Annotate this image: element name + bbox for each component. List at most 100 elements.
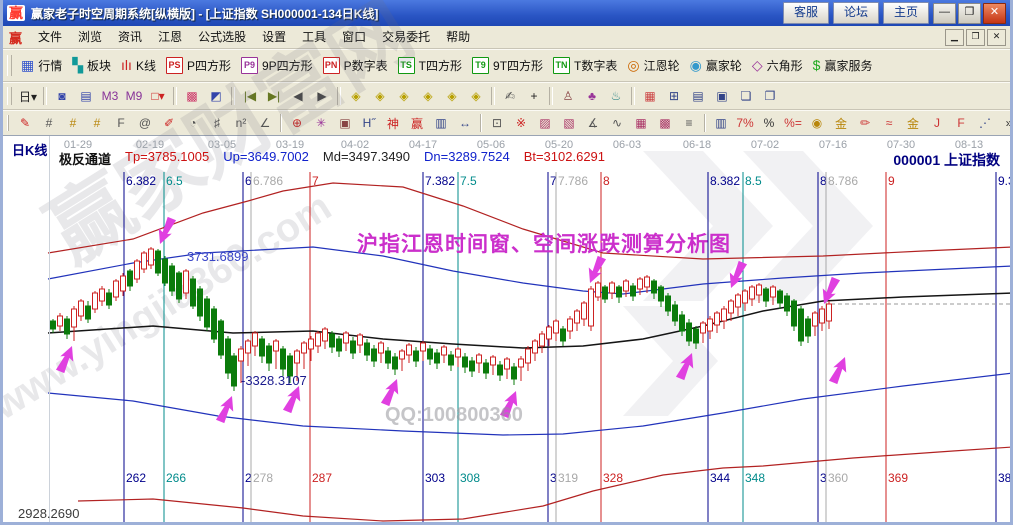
ying-icon[interactable]: 赢 bbox=[405, 112, 429, 134]
gold-circle-icon[interactable]: ◉ bbox=[805, 112, 829, 134]
sectors-button[interactable]: ▚ 板块 bbox=[67, 55, 116, 76]
person-icon[interactable]: ♙ bbox=[556, 85, 580, 107]
9t-square-button[interactable]: T9 9T四方形 bbox=[467, 55, 548, 76]
chart3-icon[interactable]: M3 bbox=[98, 85, 122, 107]
candlestick-chart-canvas[interactable]: 01-29 02-19 03-05 03-19 04-02 04-17 05-06 05-20… bbox=[3, 136, 1010, 525]
gift-icon[interactable]: ▩ bbox=[180, 85, 204, 107]
spiral-icon[interactable]: @ bbox=[133, 112, 157, 134]
festival-icon[interactable]: ♣ bbox=[580, 85, 604, 107]
9p-square-button[interactable]: P9 9P四方形 bbox=[236, 55, 318, 76]
more-chevron[interactable]: » bbox=[997, 112, 1010, 134]
grid2-icon[interactable]: ▦ bbox=[629, 112, 653, 134]
basket-icon[interactable]: ♨ bbox=[604, 85, 628, 107]
gold-grid-icon[interactable]: # bbox=[61, 112, 85, 134]
menu-item-文件[interactable]: 文件 bbox=[30, 28, 70, 46]
first-bar-button[interactable]: |◀ bbox=[238, 85, 262, 107]
clock-icon[interactable]: ◔ bbox=[181, 112, 205, 134]
shade-icon[interactable]: ▨ bbox=[533, 112, 557, 134]
grid3-icon[interactable]: ▩ bbox=[653, 112, 677, 134]
calculator-icon[interactable]: ⊞ bbox=[662, 85, 686, 107]
menu-item-工具[interactable]: 工具 bbox=[294, 28, 334, 46]
slope-icon[interactable]: ⋰ bbox=[973, 112, 997, 134]
minimize-button[interactable]: — bbox=[933, 2, 956, 24]
menu-item-帮助[interactable]: 帮助 bbox=[438, 28, 478, 46]
column-icon[interactable]: ▥ bbox=[709, 112, 733, 134]
mdi-restore-button[interactable]: ❐ bbox=[966, 28, 985, 46]
f-line-icon[interactable]: F bbox=[949, 112, 973, 134]
prev-bar-button[interactable]: ◀ bbox=[286, 85, 310, 107]
nav-diamond-up[interactable]: ◈ bbox=[392, 85, 416, 107]
wave-icon[interactable]: ∿ bbox=[605, 112, 629, 134]
maximize-button[interactable]: ❐ bbox=[958, 2, 981, 24]
nav-diamond-all[interactable]: ◈ bbox=[464, 85, 488, 107]
close-button[interactable]: ✕ bbox=[983, 2, 1006, 24]
gold2-icon[interactable]: 金 bbox=[901, 112, 925, 134]
kline-button[interactable]: ılı K线 bbox=[116, 55, 161, 76]
print-icon[interactable]: ❐ bbox=[758, 85, 782, 107]
t-square-button[interactable]: TS T四方形 bbox=[393, 55, 467, 76]
menu-item-江恩[interactable]: 江恩 bbox=[150, 28, 190, 46]
width-icon[interactable]: ↔ bbox=[453, 112, 477, 134]
j-line-icon[interactable]: J bbox=[925, 112, 949, 134]
winner-service-button[interactable]: $ 赢家服务 bbox=[808, 55, 878, 76]
menu-item-公式选股[interactable]: 公式选股 bbox=[190, 28, 254, 46]
save-icon[interactable]: ▣ bbox=[710, 85, 734, 107]
hand-icon[interactable]: ✍ bbox=[498, 85, 522, 107]
nav-diamond-right[interactable]: ◈ bbox=[368, 85, 392, 107]
flag-brush-icon[interactable]: ✐ bbox=[157, 112, 181, 134]
brush-icon[interactable]: ✎ bbox=[13, 112, 37, 134]
shade2-icon[interactable]: ▧ bbox=[557, 112, 581, 134]
candle-dropdown[interactable]: □▾ bbox=[146, 85, 170, 107]
menu-item-设置[interactable]: 设置 bbox=[254, 28, 294, 46]
wave2-icon[interactable]: ≈ bbox=[877, 112, 901, 134]
notebook-icon[interactable]: ▤ bbox=[686, 85, 710, 107]
h-marks-icon[interactable]: Η˝ bbox=[357, 112, 381, 134]
percent-line-icon[interactable]: %= bbox=[781, 112, 805, 134]
mdi-minimize-button[interactable]: ▁ bbox=[945, 28, 964, 46]
nav-diamond-expand[interactable]: ◈ bbox=[416, 85, 440, 107]
menu-item-交易委托[interactable]: 交易委托 bbox=[374, 28, 438, 46]
grid-icon[interactable]: # bbox=[37, 112, 61, 134]
hexagon-button[interactable]: ◇ 六角形 bbox=[747, 55, 808, 76]
flag-chart-icon[interactable]: ◩ bbox=[204, 85, 228, 107]
quotes-button[interactable]: ▦ 行情 bbox=[16, 55, 67, 76]
map-icon[interactable]: ◙ bbox=[50, 85, 74, 107]
nav-diamond-left[interactable]: ◈ bbox=[344, 85, 368, 107]
star-target-icon[interactable]: ✳ bbox=[309, 112, 333, 134]
winner-wheel-button[interactable]: ◉ 赢家轮 bbox=[685, 55, 747, 76]
n2-icon[interactable]: n² bbox=[229, 112, 253, 134]
ruler-icon[interactable]: ▥ bbox=[429, 112, 453, 134]
menu-item-窗口[interactable]: 窗口 bbox=[334, 28, 374, 46]
forum-button[interactable]: 论坛 bbox=[832, 2, 879, 24]
last-bar-button[interactable]: ▶| bbox=[262, 85, 286, 107]
homepage-button[interactable]: 主页 bbox=[882, 2, 929, 24]
crosshair-icon[interactable]: + bbox=[522, 85, 546, 107]
f-grid-icon[interactable]: F bbox=[109, 112, 133, 134]
gann-wheel-button[interactable]: ◎ 江恩轮 bbox=[622, 55, 684, 76]
box-target-icon[interactable]: ▣ bbox=[333, 112, 357, 134]
percent7-icon[interactable]: 7% bbox=[733, 112, 757, 134]
fence-icon[interactable]: ♯ bbox=[205, 112, 229, 134]
menu-item-浏览[interactable]: 浏览 bbox=[70, 28, 110, 46]
copy-icon[interactable]: ❏ bbox=[734, 85, 758, 107]
next-bar-button[interactable]: ▶ bbox=[310, 85, 334, 107]
box2-icon[interactable]: ⊡ bbox=[485, 112, 509, 134]
menu-item-资讯[interactable]: 资讯 bbox=[110, 28, 150, 46]
rays-icon[interactable]: ※ bbox=[509, 112, 533, 134]
shen-icon[interactable]: 神 bbox=[381, 112, 405, 134]
angle2-icon[interactable]: ∡ bbox=[581, 112, 605, 134]
t-number-table-button[interactable]: TN T数字表 bbox=[548, 55, 622, 76]
calendar-icon[interactable]: ▦ bbox=[638, 85, 662, 107]
gann-target-icon[interactable]: ⊕ bbox=[285, 112, 309, 134]
gold-grid2-icon[interactable]: # bbox=[85, 112, 109, 134]
hatch-icon[interactable]: ≡ bbox=[677, 112, 701, 134]
mdi-close-button[interactable]: ✕ bbox=[987, 28, 1006, 46]
pen2-icon[interactable]: ✏ bbox=[853, 112, 877, 134]
angle-icon[interactable]: ∠ bbox=[253, 112, 277, 134]
kline-chart-area[interactable]: 赢家财富网 www.yingjia360.com 01-29 02-19 03-05… bbox=[3, 0, 1010, 525]
report-icon[interactable]: ▤ bbox=[74, 85, 98, 107]
customer-service-button[interactable]: 客服 bbox=[782, 2, 829, 24]
p-number-table-button[interactable]: PN P数字表 bbox=[318, 55, 393, 76]
chart9-icon[interactable]: M9 bbox=[122, 85, 146, 107]
gold-line-icon[interactable]: 金 bbox=[829, 112, 853, 134]
